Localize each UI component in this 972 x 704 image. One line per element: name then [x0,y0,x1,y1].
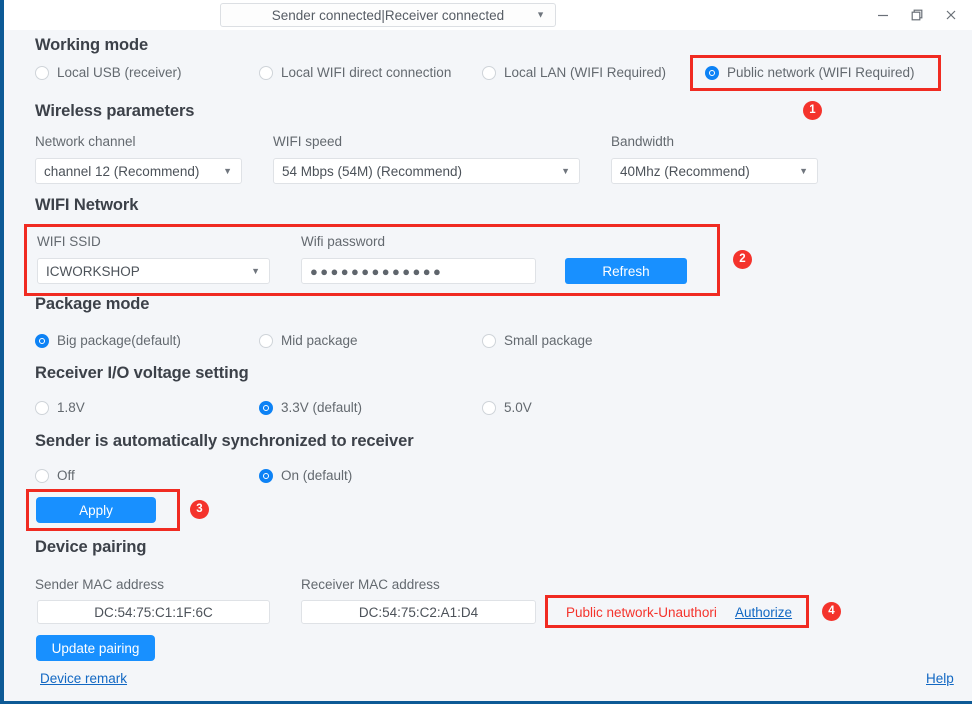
settings-content: Working mode Local USB (receiver) Local … [4,30,972,701]
wifi-password-value: ●●●●●●●●●●●●● [310,263,444,279]
wifi-speed-select[interactable]: 54 Mbps (54M) (Recommend) ▼ [273,158,580,184]
radio-label: 1.8V [57,400,85,415]
radio-icon [35,65,49,80]
connection-status-value: Sender connected|Receiver connected [271,7,505,23]
wifi-ssid-value: ICWORKSHOP [46,263,140,279]
radio-label: 5.0V [504,400,532,415]
device-remark-link[interactable]: Device remark [40,671,127,686]
radio-label: Small package [504,333,593,348]
refresh-button[interactable]: Refresh [565,258,687,284]
wifi-network-heading: WIFI Network [35,196,139,214]
close-icon[interactable] [936,2,966,28]
annotation-badge-4: 4 [822,602,841,621]
radio-label: Big package(default) [57,333,181,348]
radio-label: Local WIFI direct connection [281,65,452,80]
radio-icon [259,400,273,415]
radio-icon [35,468,49,483]
bandwidth-value: 40Mhz (Recommend) [620,163,750,179]
wireless-parameters-heading: Wireless parameters [35,102,195,120]
radio-label: Mid package [281,333,358,348]
radio-icon [482,65,496,80]
radio-icon [482,333,496,348]
radio-label: Public network (WIFI Required) [727,65,915,80]
chevron-down-icon: ▼ [799,165,808,176]
title-bar: Sender connected|Receiver connected ▼ [4,0,972,30]
radio-icon [35,333,49,348]
wifi-speed-value: 54 Mbps (54M) (Recommend) [282,163,463,179]
window-controls [868,0,966,30]
radio-sync-off[interactable]: Off [35,468,75,483]
radio-local-wifi-direct[interactable]: Local WIFI direct connection [259,65,451,80]
receiver-mac-label: Receiver MAC address [301,577,440,592]
radio-icon [259,468,273,483]
radio-icon [259,65,273,80]
help-link[interactable]: Help [926,671,954,686]
bandwidth-select[interactable]: 40Mhz (Recommend) ▼ [611,158,818,184]
radio-local-usb[interactable]: Local USB (receiver) [35,65,182,80]
radio-label: Off [57,468,75,483]
app-window: Sender connected|Receiver connected ▼ Wo… [0,0,972,704]
minimize-icon[interactable] [868,2,898,28]
annotation-badge-3: 3 [190,500,209,519]
sender-mac-value: DC:54:75:C1:1F:6C [94,604,213,620]
radio-small-package[interactable]: Small package [482,333,593,348]
chevron-down-icon: ▼ [251,265,260,276]
package-mode-heading: Package mode [35,295,150,313]
chevron-down-icon: ▼ [561,165,570,176]
sync-heading: Sender is automatically synchronized to … [35,432,414,450]
radio-big-package[interactable]: Big package(default) [35,333,181,348]
radio-label: 3.3V (default) [281,400,363,415]
receiver-mac-input[interactable]: DC:54:75:C2:A1:D4 [301,600,536,624]
radio-label: Local LAN (WIFI Required) [504,65,667,80]
receiver-mac-value: DC:54:75:C2:A1:D4 [358,604,479,620]
update-pairing-button[interactable]: Update pairing [36,635,155,661]
annotation-badge-2: 2 [733,250,752,269]
wifi-ssid-select[interactable]: ICWORKSHOP ▼ [37,258,270,284]
radio-voltage-5-0v[interactable]: 5.0V [482,400,532,415]
annotation-badge-1: 1 [803,101,822,120]
radio-sync-on[interactable]: On (default) [259,468,352,483]
sender-mac-label: Sender MAC address [35,577,165,592]
restore-icon[interactable] [902,2,932,28]
radio-icon [35,400,49,415]
wifi-speed-label: WIFI speed [273,134,343,149]
radio-public-network[interactable]: Public network (WIFI Required) [705,65,915,80]
radio-icon [259,333,273,348]
authorization-status: Public network-Unauthori [566,605,717,620]
wifi-password-label: Wifi password [301,234,386,249]
network-channel-select[interactable]: channel 12 (Recommend) ▼ [35,158,242,184]
connection-status-dropdown[interactable]: Sender connected|Receiver connected ▼ [220,3,556,27]
sender-mac-input[interactable]: DC:54:75:C1:1F:6C [37,600,270,624]
wifi-password-input[interactable]: ●●●●●●●●●●●●● [301,258,536,284]
radio-icon [705,65,719,80]
voltage-setting-heading: Receiver I/O voltage setting [35,364,249,382]
network-channel-value: channel 12 (Recommend) [44,163,200,179]
radio-voltage-1-8v[interactable]: 1.8V [35,400,85,415]
chevron-down-icon: ▼ [536,9,545,20]
bandwidth-label: Bandwidth [611,134,675,149]
authorize-link[interactable]: Authorize [735,605,792,620]
radio-label: On (default) [281,468,353,483]
radio-label: Local USB (receiver) [57,65,182,80]
radio-local-lan[interactable]: Local LAN (WIFI Required) [482,65,666,80]
device-pairing-heading: Device pairing [35,538,147,556]
radio-voltage-3-3v[interactable]: 3.3V (default) [259,400,362,415]
working-mode-heading: Working mode [35,36,149,54]
network-channel-label: Network channel [35,134,136,149]
apply-button[interactable]: Apply [36,497,156,523]
wifi-ssid-label: WIFI SSID [37,234,101,249]
radio-icon [482,400,496,415]
radio-mid-package[interactable]: Mid package [259,333,358,348]
chevron-down-icon: ▼ [223,165,232,176]
